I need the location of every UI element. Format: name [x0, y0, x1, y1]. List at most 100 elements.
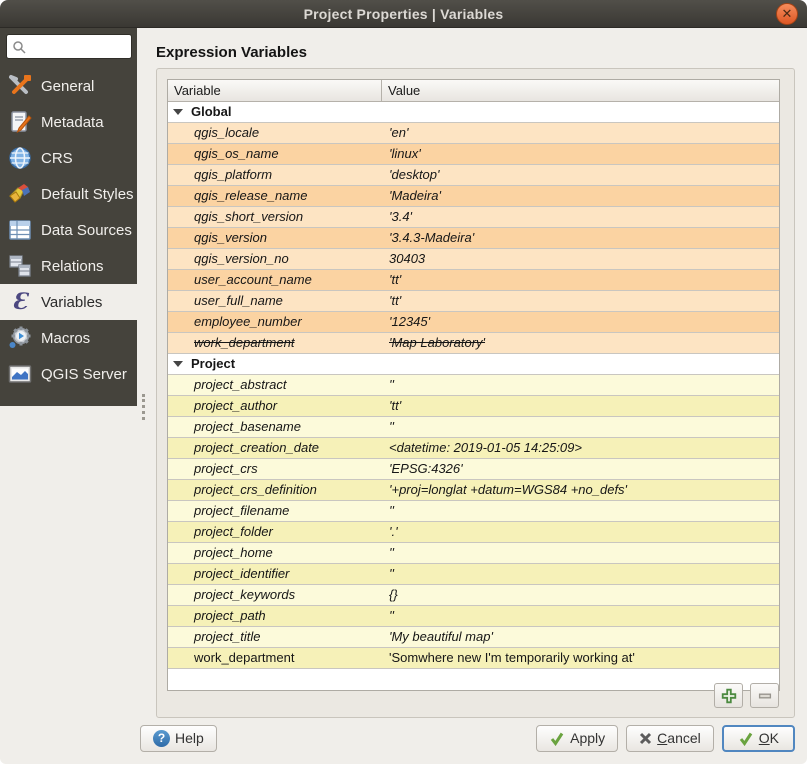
- sidebar-item-relations[interactable]: Relations: [0, 248, 137, 284]
- variable-value-cell[interactable]: 'tt': [382, 396, 779, 416]
- variable-value-cell[interactable]: '.': [382, 522, 779, 542]
- table-row[interactable]: project_title'My beautiful map': [168, 627, 779, 648]
- variable-name-cell[interactable]: project_path: [168, 606, 382, 626]
- variable-name-cell[interactable]: project_basename: [168, 417, 382, 437]
- variable-name-cell[interactable]: work_department: [168, 333, 382, 353]
- variable-name-cell[interactable]: project_author: [168, 396, 382, 416]
- table-row[interactable]: project_crs'EPSG:4326': [168, 459, 779, 480]
- variable-name-cell[interactable]: work_department: [168, 648, 382, 668]
- variable-name-cell[interactable]: project_creation_date: [168, 438, 382, 458]
- column-header-value[interactable]: Value: [382, 80, 779, 101]
- variable-value-cell[interactable]: 'Madeira': [382, 186, 779, 206]
- apply-button[interactable]: Apply: [536, 725, 618, 752]
- title-bar[interactable]: Project Properties | Variables ✕: [0, 0, 807, 28]
- table-row[interactable]: work_department'Somwhere new I'm tempora…: [168, 648, 779, 669]
- add-variable-button[interactable]: [714, 683, 743, 708]
- variable-value-cell[interactable]: 30403: [382, 249, 779, 269]
- table-row[interactable]: qgis_version'3.4.3-Madeira': [168, 228, 779, 249]
- variable-name-cell[interactable]: qgis_locale: [168, 123, 382, 143]
- variable-value-cell[interactable]: '+proj=longlat +datum=WGS84 +no_defs': [382, 480, 779, 500]
- table-row[interactable]: project_creation_date<datetime: 2019-01-…: [168, 438, 779, 459]
- variable-value-cell[interactable]: 'EPSG:4326': [382, 459, 779, 479]
- help-button[interactable]: ? Help: [140, 725, 217, 752]
- variable-name-cell[interactable]: project_abstract: [168, 375, 382, 395]
- variable-value-cell[interactable]: '': [382, 375, 779, 395]
- table-row[interactable]: project_basename'': [168, 417, 779, 438]
- variable-value-cell[interactable]: '12345': [382, 312, 779, 332]
- table-row[interactable]: project_identifier'': [168, 564, 779, 585]
- variable-value-cell[interactable]: 'linux': [382, 144, 779, 164]
- remove-variable-button[interactable]: [750, 683, 779, 708]
- variable-value-cell[interactable]: 'Somwhere new I'm temporarily working at…: [382, 648, 779, 668]
- table-row[interactable]: qgis_short_version'3.4': [168, 207, 779, 228]
- variable-value-cell[interactable]: '': [382, 417, 779, 437]
- sidebar-item-variables[interactable]: ƐVariables: [0, 284, 137, 320]
- sidebar-item-general[interactable]: General: [0, 68, 137, 104]
- table-row[interactable]: project_crs_definition'+proj=longlat +da…: [168, 480, 779, 501]
- variable-value-cell[interactable]: '': [382, 543, 779, 563]
- table-row[interactable]: user_account_name'tt': [168, 270, 779, 291]
- variable-name-cell[interactable]: qgis_version_no: [168, 249, 382, 269]
- variable-name-cell[interactable]: qgis_os_name: [168, 144, 382, 164]
- variable-name-cell[interactable]: qgis_short_version: [168, 207, 382, 227]
- variable-name-cell[interactable]: qgis_release_name: [168, 186, 382, 206]
- table-row[interactable]: project_path'': [168, 606, 779, 627]
- sidebar-item-qgis-server[interactable]: QGIS Server: [0, 356, 137, 392]
- table-row[interactable]: project_abstract'': [168, 375, 779, 396]
- table-row[interactable]: work_department'Map Laboratory': [168, 333, 779, 354]
- table-row[interactable]: project_keywords{}: [168, 585, 779, 606]
- variable-name-cell[interactable]: project_home: [168, 543, 382, 563]
- variable-value-cell[interactable]: 'Map Laboratory': [382, 333, 779, 353]
- cancel-button[interactable]: Cancel: [626, 725, 714, 752]
- variable-value-cell[interactable]: '3.4.3-Madeira': [382, 228, 779, 248]
- close-icon[interactable]: ✕: [776, 3, 798, 25]
- variable-value-cell[interactable]: '3.4': [382, 207, 779, 227]
- variable-value-cell[interactable]: '': [382, 501, 779, 521]
- variable-name-cell[interactable]: qgis_version: [168, 228, 382, 248]
- table-row[interactable]: qgis_os_name'linux': [168, 144, 779, 165]
- table-row[interactable]: project_folder'.': [168, 522, 779, 543]
- variable-name-cell[interactable]: project_filename: [168, 501, 382, 521]
- group-row-global[interactable]: Global: [168, 102, 779, 123]
- table-row[interactable]: qgis_platform'desktop': [168, 165, 779, 186]
- sidebar-item-macros[interactable]: Macros: [0, 320, 137, 356]
- sidebar-item-default-styles[interactable]: Default Styles: [0, 176, 137, 212]
- variable-value-cell[interactable]: '': [382, 606, 779, 626]
- variable-name-cell[interactable]: project_identifier: [168, 564, 382, 584]
- variable-value-cell[interactable]: 'desktop': [382, 165, 779, 185]
- variable-name-cell[interactable]: qgis_platform: [168, 165, 382, 185]
- variable-name-cell[interactable]: project_folder: [168, 522, 382, 542]
- table-row[interactable]: user_full_name'tt': [168, 291, 779, 312]
- variable-name-cell[interactable]: project_crs: [168, 459, 382, 479]
- sidebar-search[interactable]: [6, 34, 132, 59]
- table-row[interactable]: qgis_locale'en': [168, 123, 779, 144]
- sidebar-splitter-handle[interactable]: [137, 28, 150, 716]
- variable-name-cell[interactable]: project_title: [168, 627, 382, 647]
- variable-name-cell[interactable]: project_keywords: [168, 585, 382, 605]
- table-row[interactable]: qgis_release_name'Madeira': [168, 186, 779, 207]
- variable-name-cell[interactable]: user_full_name: [168, 291, 382, 311]
- table-row[interactable]: project_filename'': [168, 501, 779, 522]
- sidebar-item-data-sources[interactable]: Data Sources: [0, 212, 137, 248]
- variable-name-cell[interactable]: project_crs_definition: [168, 480, 382, 500]
- variable-value-cell[interactable]: 'tt': [382, 270, 779, 290]
- table-row[interactable]: employee_number'12345': [168, 312, 779, 333]
- ok-button[interactable]: OK: [722, 725, 795, 752]
- variable-value-cell[interactable]: {}: [382, 585, 779, 605]
- collapse-triangle-icon[interactable]: [173, 361, 183, 367]
- collapse-triangle-icon[interactable]: [173, 109, 183, 115]
- table-row[interactable]: project_author'tt': [168, 396, 779, 417]
- variable-value-cell[interactable]: <datetime: 2019-01-05 14:25:09>: [382, 438, 779, 458]
- table-row[interactable]: qgis_version_no30403: [168, 249, 779, 270]
- variable-name-cell[interactable]: user_account_name: [168, 270, 382, 290]
- column-header-variable[interactable]: Variable: [168, 80, 382, 101]
- variable-value-cell[interactable]: '': [382, 564, 779, 584]
- table-row[interactable]: project_home'': [168, 543, 779, 564]
- group-row-project[interactable]: Project: [168, 354, 779, 375]
- sidebar-item-crs[interactable]: CRS: [0, 140, 137, 176]
- variable-value-cell[interactable]: 'tt': [382, 291, 779, 311]
- variable-value-cell[interactable]: 'en': [382, 123, 779, 143]
- search-input[interactable]: [26, 39, 126, 54]
- variable-value-cell[interactable]: 'My beautiful map': [382, 627, 779, 647]
- variable-name-cell[interactable]: employee_number: [168, 312, 382, 332]
